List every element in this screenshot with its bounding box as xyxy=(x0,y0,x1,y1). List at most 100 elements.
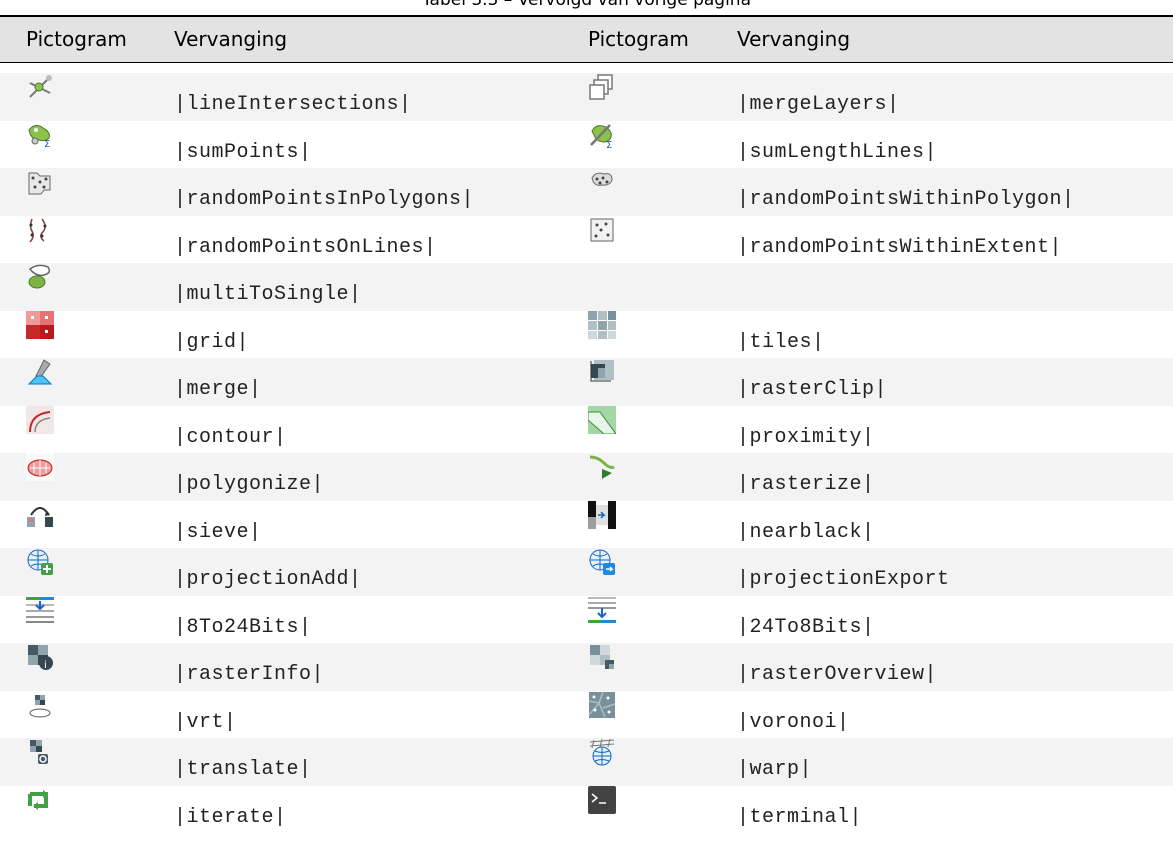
replacement-text: |multiToSingle| xyxy=(174,283,362,306)
projection-export-icon xyxy=(588,548,616,576)
replacement-text: |vrt| xyxy=(174,710,237,734)
pictogram-cell xyxy=(580,310,733,359)
iterate-icon xyxy=(26,786,54,814)
replacement-text: |randomPointsOnLines| xyxy=(174,235,437,259)
table-row: |grid| |tiles| xyxy=(0,310,1173,359)
multi-to-single-icon xyxy=(26,263,54,291)
vrt-icon xyxy=(26,691,54,719)
replacement-text: |mergeLayers| xyxy=(737,93,900,116)
replacement-cell: |proximity| xyxy=(733,406,1173,454)
replacement-cell: |grid| xyxy=(170,311,580,359)
header-pictogram-1: Pictogram xyxy=(26,27,127,52)
svg-text:Σ: Σ xyxy=(606,140,612,149)
replacement-text: |randomPointsWithinExtent| xyxy=(737,235,1063,259)
replacement-cell: |randomPointsWithinPolygon| xyxy=(733,168,1173,216)
replacement-text: |randomPointsInPolygons| xyxy=(174,188,475,211)
24to8bits-icon xyxy=(588,596,616,624)
table-row: |lineIntersections| |mergeLayers| xyxy=(0,73,1173,121)
replacement-cell: |lineIntersections| xyxy=(170,73,580,121)
replacement-cell: |projectionAdd| xyxy=(170,548,580,596)
table-row: Σ |sumPoints| Σ |sumLengthLines| xyxy=(0,120,1173,169)
translate-icon xyxy=(26,738,54,766)
line-intersections-icon xyxy=(26,73,54,101)
tiles-icon xyxy=(588,310,616,339)
table-header-row: Pictogram Vervanging Pictogram Vervangin… xyxy=(0,17,1173,62)
polygonize-icon xyxy=(26,453,54,481)
replacement-text: |warp| xyxy=(737,758,813,781)
table-row: |translate| |warp| xyxy=(0,738,1173,786)
pictogram-cell xyxy=(0,596,170,644)
replacement-text: |rasterOverview| xyxy=(737,663,938,686)
merge-layers-icon xyxy=(588,73,616,101)
replacement-cell: |8To24Bits| xyxy=(170,596,580,644)
contour-icon xyxy=(26,405,54,434)
replacement-text: |24To8Bits| xyxy=(737,615,875,639)
pictogram-cell xyxy=(580,73,733,121)
replacement-text: |randomPointsWithinPolygon| xyxy=(737,188,1075,211)
pictogram-cell xyxy=(0,310,170,359)
pictogram-cell xyxy=(580,738,733,786)
8to24bits-icon xyxy=(26,596,54,624)
pictogram-table: Pictogram Vervanging Pictogram Vervangin… xyxy=(0,17,1173,833)
raster-info-icon: i xyxy=(26,643,54,671)
pictogram-cell xyxy=(0,501,170,549)
proximity-icon xyxy=(587,405,617,434)
replacement-text: |voronoi| xyxy=(737,710,850,734)
pictogram-cell xyxy=(0,405,170,454)
replacement-text: |proximity| xyxy=(737,425,875,449)
replacement-cell: |terminal| xyxy=(733,786,1173,834)
pictogram-cell xyxy=(580,500,733,549)
replacement-cell: |sieve| xyxy=(170,501,580,549)
replacement-cell: |vrt| xyxy=(170,691,580,739)
rasterize-icon xyxy=(588,453,616,481)
replacement-cell: |translate| xyxy=(170,738,580,786)
pictogram-cell xyxy=(580,216,733,264)
replacement-text: |terminal| xyxy=(737,805,863,829)
replacement-cell: |randomPointsWithinExtent| xyxy=(733,216,1173,264)
table-row: |sieve| |nearblack| xyxy=(0,500,1173,549)
header-pictogram-2: Pictogram xyxy=(588,27,689,52)
replacement-text: |rasterInfo| xyxy=(174,663,325,686)
empty-pictogram xyxy=(588,263,616,291)
pictogram-cell xyxy=(0,786,170,834)
replacement-text: |8To24Bits| xyxy=(174,615,312,639)
pictogram-cell: Σ xyxy=(580,121,733,169)
replacement-cell: |warp| xyxy=(733,738,1173,786)
replacement-text: |translate| xyxy=(174,758,312,781)
replacement-text: |rasterClip| xyxy=(737,378,888,401)
table-row: |8To24Bits| |24To8Bits| xyxy=(0,595,1173,644)
replacement-cell: |rasterClip| xyxy=(733,358,1173,406)
replacement-cell: |rasterOverview| xyxy=(733,643,1173,691)
table-row: |contour| |proximity| xyxy=(0,405,1173,454)
table-row: |projectionAdd| |projectionExport xyxy=(0,548,1173,596)
table-row: i |rasterInfo| |rasterOverview| xyxy=(0,643,1173,691)
pictogram-cell xyxy=(0,168,170,216)
replacement-text: |iterate| xyxy=(174,805,287,829)
pictogram-cell xyxy=(0,358,170,406)
replacement-text: |projectionExport xyxy=(737,568,950,591)
table-row: |merge| |rasterClip| xyxy=(0,358,1173,406)
pictogram-cell xyxy=(580,643,733,691)
sum-length-lines-icon: Σ xyxy=(588,121,616,151)
pictogram-cell xyxy=(0,738,170,786)
table-row: |vrt| |voronoi| xyxy=(0,690,1173,739)
raster-overview-icon xyxy=(588,643,616,671)
replacement-cell: |mergeLayers| xyxy=(733,73,1173,121)
pictogram-cell xyxy=(0,548,170,596)
pictogram-cell xyxy=(580,453,733,501)
nearblack-icon xyxy=(588,500,616,529)
replacement-cell: |randomPointsInPolygons| xyxy=(170,168,580,216)
pictogram-cell xyxy=(580,785,733,834)
replacement-cell: |rasterInfo| xyxy=(170,643,580,691)
replacement-cell: |sumPoints| xyxy=(170,121,580,169)
replacement-cell: |sumLengthLines| xyxy=(733,121,1173,169)
replacement-cell: |merge| xyxy=(170,358,580,406)
replacement-text: |sumPoints| xyxy=(174,140,312,164)
pictogram-cell xyxy=(580,596,733,644)
random-points-within-polygon-icon xyxy=(588,168,616,196)
pictogram-cell: Σ xyxy=(0,121,170,169)
svg-text:i: i xyxy=(44,660,47,671)
pictogram-cell xyxy=(580,405,733,454)
random-points-in-polygons-icon xyxy=(26,168,54,196)
header-vervanging-1: Vervanging xyxy=(174,27,288,52)
